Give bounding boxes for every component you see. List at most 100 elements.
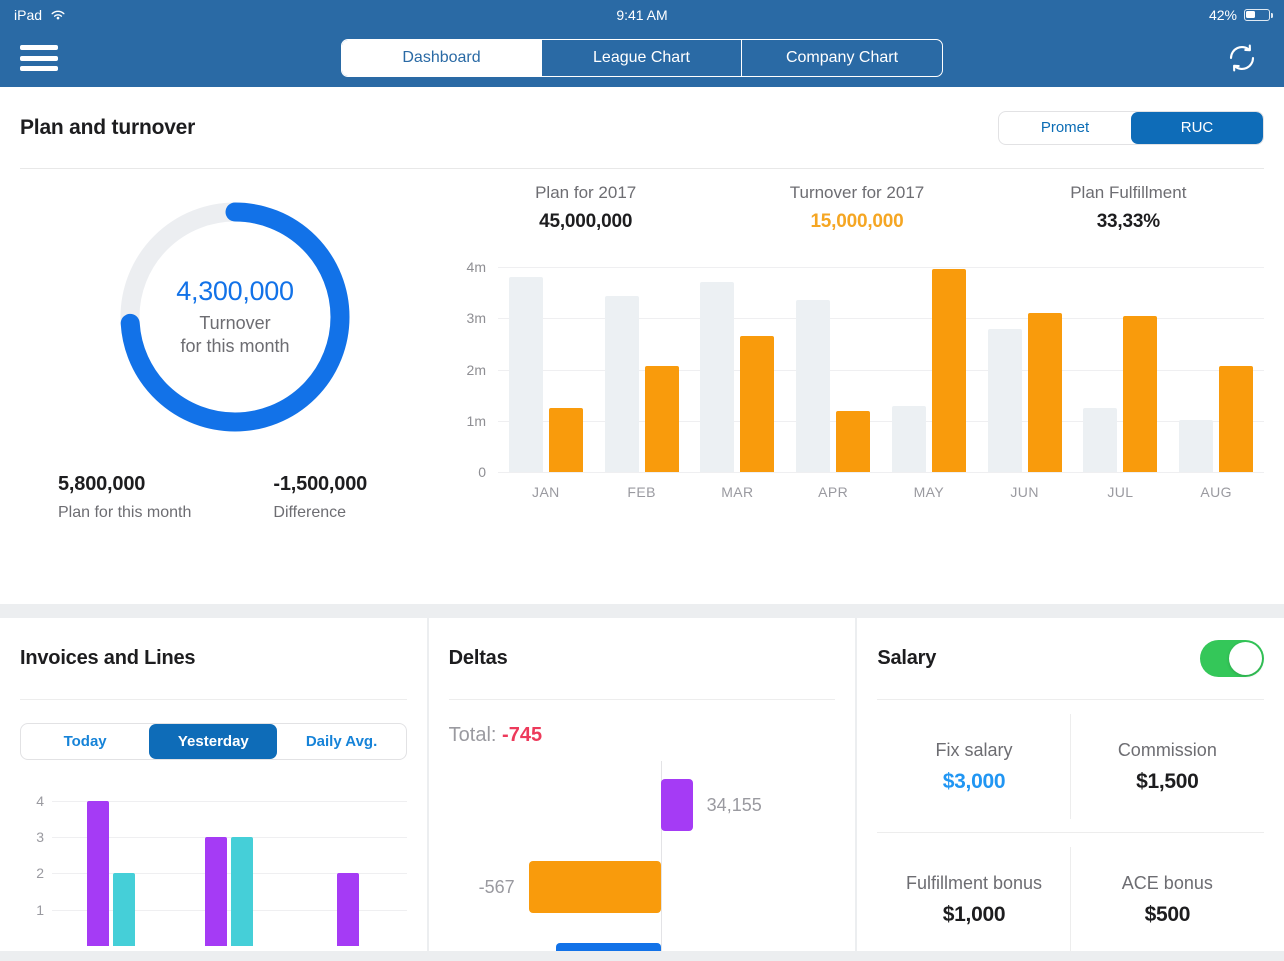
salary-item-ace-bonus: ACE bonus $500 bbox=[1071, 833, 1264, 951]
turnover-donut-section: 4,300,000 Turnover for this month 5,800,… bbox=[20, 169, 450, 604]
deltas-panel: Deltas Total: -745 34,155 -567 53 bbox=[428, 618, 856, 951]
bar-group bbox=[1073, 257, 1169, 472]
bar-lines bbox=[231, 836, 254, 946]
deltas-total-prefix: Total: bbox=[448, 724, 497, 746]
y-tick-label: 2 bbox=[36, 865, 44, 882]
panel-title: Salary bbox=[877, 647, 937, 669]
bar-plan bbox=[700, 281, 735, 472]
y-tick-label: 1 bbox=[36, 901, 44, 918]
tab-dashboard[interactable]: Dashboard bbox=[342, 40, 542, 76]
bar-turnover bbox=[836, 410, 871, 472]
bar-invoices bbox=[87, 800, 110, 946]
salary-item-name: Fulfillment bonus bbox=[905, 872, 1043, 893]
salary-toggle-switch[interactable] bbox=[1200, 640, 1265, 677]
plan-and-turnover-card: Plan and turnover Promet RUC 4,300,000 T… bbox=[0, 87, 1284, 604]
kpi-value: 33,33% bbox=[1096, 211, 1160, 232]
bar-plan bbox=[1179, 419, 1214, 472]
y-tick-label: 4m bbox=[466, 259, 486, 276]
card-header: Plan and turnover Promet RUC bbox=[20, 87, 1264, 169]
x-tick-label: JUL bbox=[1107, 484, 1134, 500]
panel-header: Salary bbox=[877, 618, 1265, 700]
card-body: 4,300,000 Turnover for this month 5,800,… bbox=[20, 169, 1264, 604]
bar-group bbox=[690, 257, 786, 472]
bar-lines bbox=[113, 873, 136, 946]
donut-stats: 5,800,000 Plan for this month -1,500,000… bbox=[58, 473, 450, 522]
kpi-plan-2017: Plan for 2017 45,000,000 bbox=[450, 183, 721, 233]
wifi-icon bbox=[51, 10, 65, 19]
delta-bar bbox=[555, 943, 661, 951]
donut-caption: Turnover for this month bbox=[180, 312, 289, 359]
tab-today[interactable]: Today bbox=[21, 724, 149, 759]
hamburger-menu-icon[interactable] bbox=[20, 45, 58, 71]
kpi-turnover-2017: Turnover for 2017 15,000,000 bbox=[721, 183, 992, 233]
bar-group bbox=[881, 257, 977, 472]
y-tick-label: 3 bbox=[36, 828, 44, 845]
kpi-value: 45,000,000 bbox=[539, 211, 633, 232]
salary-item-commission: Commission $1,500 bbox=[1070, 700, 1265, 833]
salary-item-name: Commission bbox=[1117, 739, 1217, 760]
bar-plan bbox=[796, 299, 831, 472]
salary-item-value: $500 bbox=[1144, 902, 1191, 926]
kpi-value: 15,000,000 bbox=[810, 211, 904, 232]
bar-group bbox=[977, 257, 1073, 472]
pill-promet[interactable]: Promet bbox=[999, 112, 1131, 144]
bar-plan bbox=[508, 277, 543, 472]
x-axis: JAN FEB MAR APR MAY JUN JUL AUG bbox=[498, 484, 1264, 500]
refresh-sync-icon[interactable] bbox=[1220, 36, 1264, 80]
plan-turnover-bar-chart: 4m 3m 2m 1m 0 JAN FEB MAR APR MAY JUN JUL AUG bbox=[450, 257, 1264, 500]
page-title: Plan and turnover bbox=[20, 115, 196, 139]
donut-chart: 4,300,000 Turnover for this month bbox=[115, 197, 355, 437]
data-source-switcher[interactable]: Promet RUC bbox=[998, 110, 1264, 145]
donut-value: 4,300,000 bbox=[176, 275, 294, 306]
salary-item-name: ACE bonus bbox=[1121, 872, 1213, 893]
y-tick-label: 2m bbox=[466, 361, 486, 378]
kpi-title: Plan Fulfillment bbox=[1070, 183, 1187, 202]
bar-turnover bbox=[1123, 315, 1158, 472]
stat-value: 5,800,000 bbox=[58, 473, 146, 495]
deltas-total: Total: -745 bbox=[449, 724, 836, 747]
kpi-row: Plan for 2017 45,000,000 Turnover for 20… bbox=[450, 183, 1264, 233]
status-bar-left: iPad bbox=[14, 7, 66, 23]
donut-caption-line2: for this month bbox=[180, 336, 290, 356]
salary-item-value: $1,500 bbox=[1136, 769, 1199, 793]
status-bar-right: 42% bbox=[1209, 7, 1273, 23]
delta-row: -567 bbox=[479, 861, 661, 913]
tab-yesterday[interactable]: Yesterday bbox=[149, 724, 278, 759]
delta-bar bbox=[660, 779, 693, 831]
device-name: iPad bbox=[14, 6, 43, 23]
pill-ruc[interactable]: RUC bbox=[1131, 111, 1263, 144]
plan-turnover-chart-section: Plan for 2017 45,000,000 Turnover for 20… bbox=[450, 169, 1264, 604]
delta-label: 34,155 bbox=[706, 794, 762, 815]
x-tick-label: MAY bbox=[913, 484, 945, 500]
bar-group bbox=[170, 786, 288, 946]
invoices-and-lines-panel: Invoices and Lines Today Yesterday Daily… bbox=[0, 618, 427, 951]
bar-turnover bbox=[740, 336, 775, 472]
y-axis: 4 3 2 1 bbox=[20, 786, 48, 946]
bar-group bbox=[288, 786, 406, 946]
donut-center-label: 4,300,000 Turnover for this month bbox=[115, 197, 355, 437]
stat-caption: Difference bbox=[273, 504, 347, 521]
main-tab-switcher[interactable]: Dashboard League Chart Company Chart bbox=[341, 39, 943, 77]
deltas-total-value: -745 bbox=[502, 724, 543, 746]
salary-items-grid: Fix salary $3,000 Commission $1,500 Fulf… bbox=[877, 700, 1265, 951]
bar-series bbox=[52, 786, 407, 946]
y-axis: 4m 3m 2m 1m 0 bbox=[450, 257, 492, 480]
salary-item-fix-salary: Fix salary $3,000 bbox=[877, 700, 1072, 833]
stat-value: -1,500,000 bbox=[273, 473, 368, 495]
tab-company-chart[interactable]: Company Chart bbox=[742, 40, 942, 76]
y-tick-label: 3m bbox=[466, 310, 486, 327]
invoices-period-tabs[interactable]: Today Yesterday Daily Avg. bbox=[20, 723, 407, 760]
salary-item-name: Fix salary bbox=[935, 739, 1013, 760]
delta-label: -567 bbox=[478, 876, 515, 897]
y-tick-label: 0 bbox=[478, 464, 486, 480]
bar-series bbox=[498, 257, 1264, 472]
tab-league-chart[interactable]: League Chart bbox=[542, 40, 742, 76]
x-tick-label: MAR bbox=[721, 484, 754, 500]
kpi-title: Plan for 2017 bbox=[535, 183, 637, 202]
x-tick-label: JAN bbox=[532, 484, 560, 500]
stat-difference: -1,500,000 Difference bbox=[273, 473, 367, 522]
kpi-title: Turnover for 2017 bbox=[789, 183, 925, 202]
bar-turnover bbox=[1219, 365, 1254, 472]
bar-turnover bbox=[931, 268, 966, 472]
tab-daily-avg[interactable]: Daily Avg. bbox=[277, 724, 405, 759]
